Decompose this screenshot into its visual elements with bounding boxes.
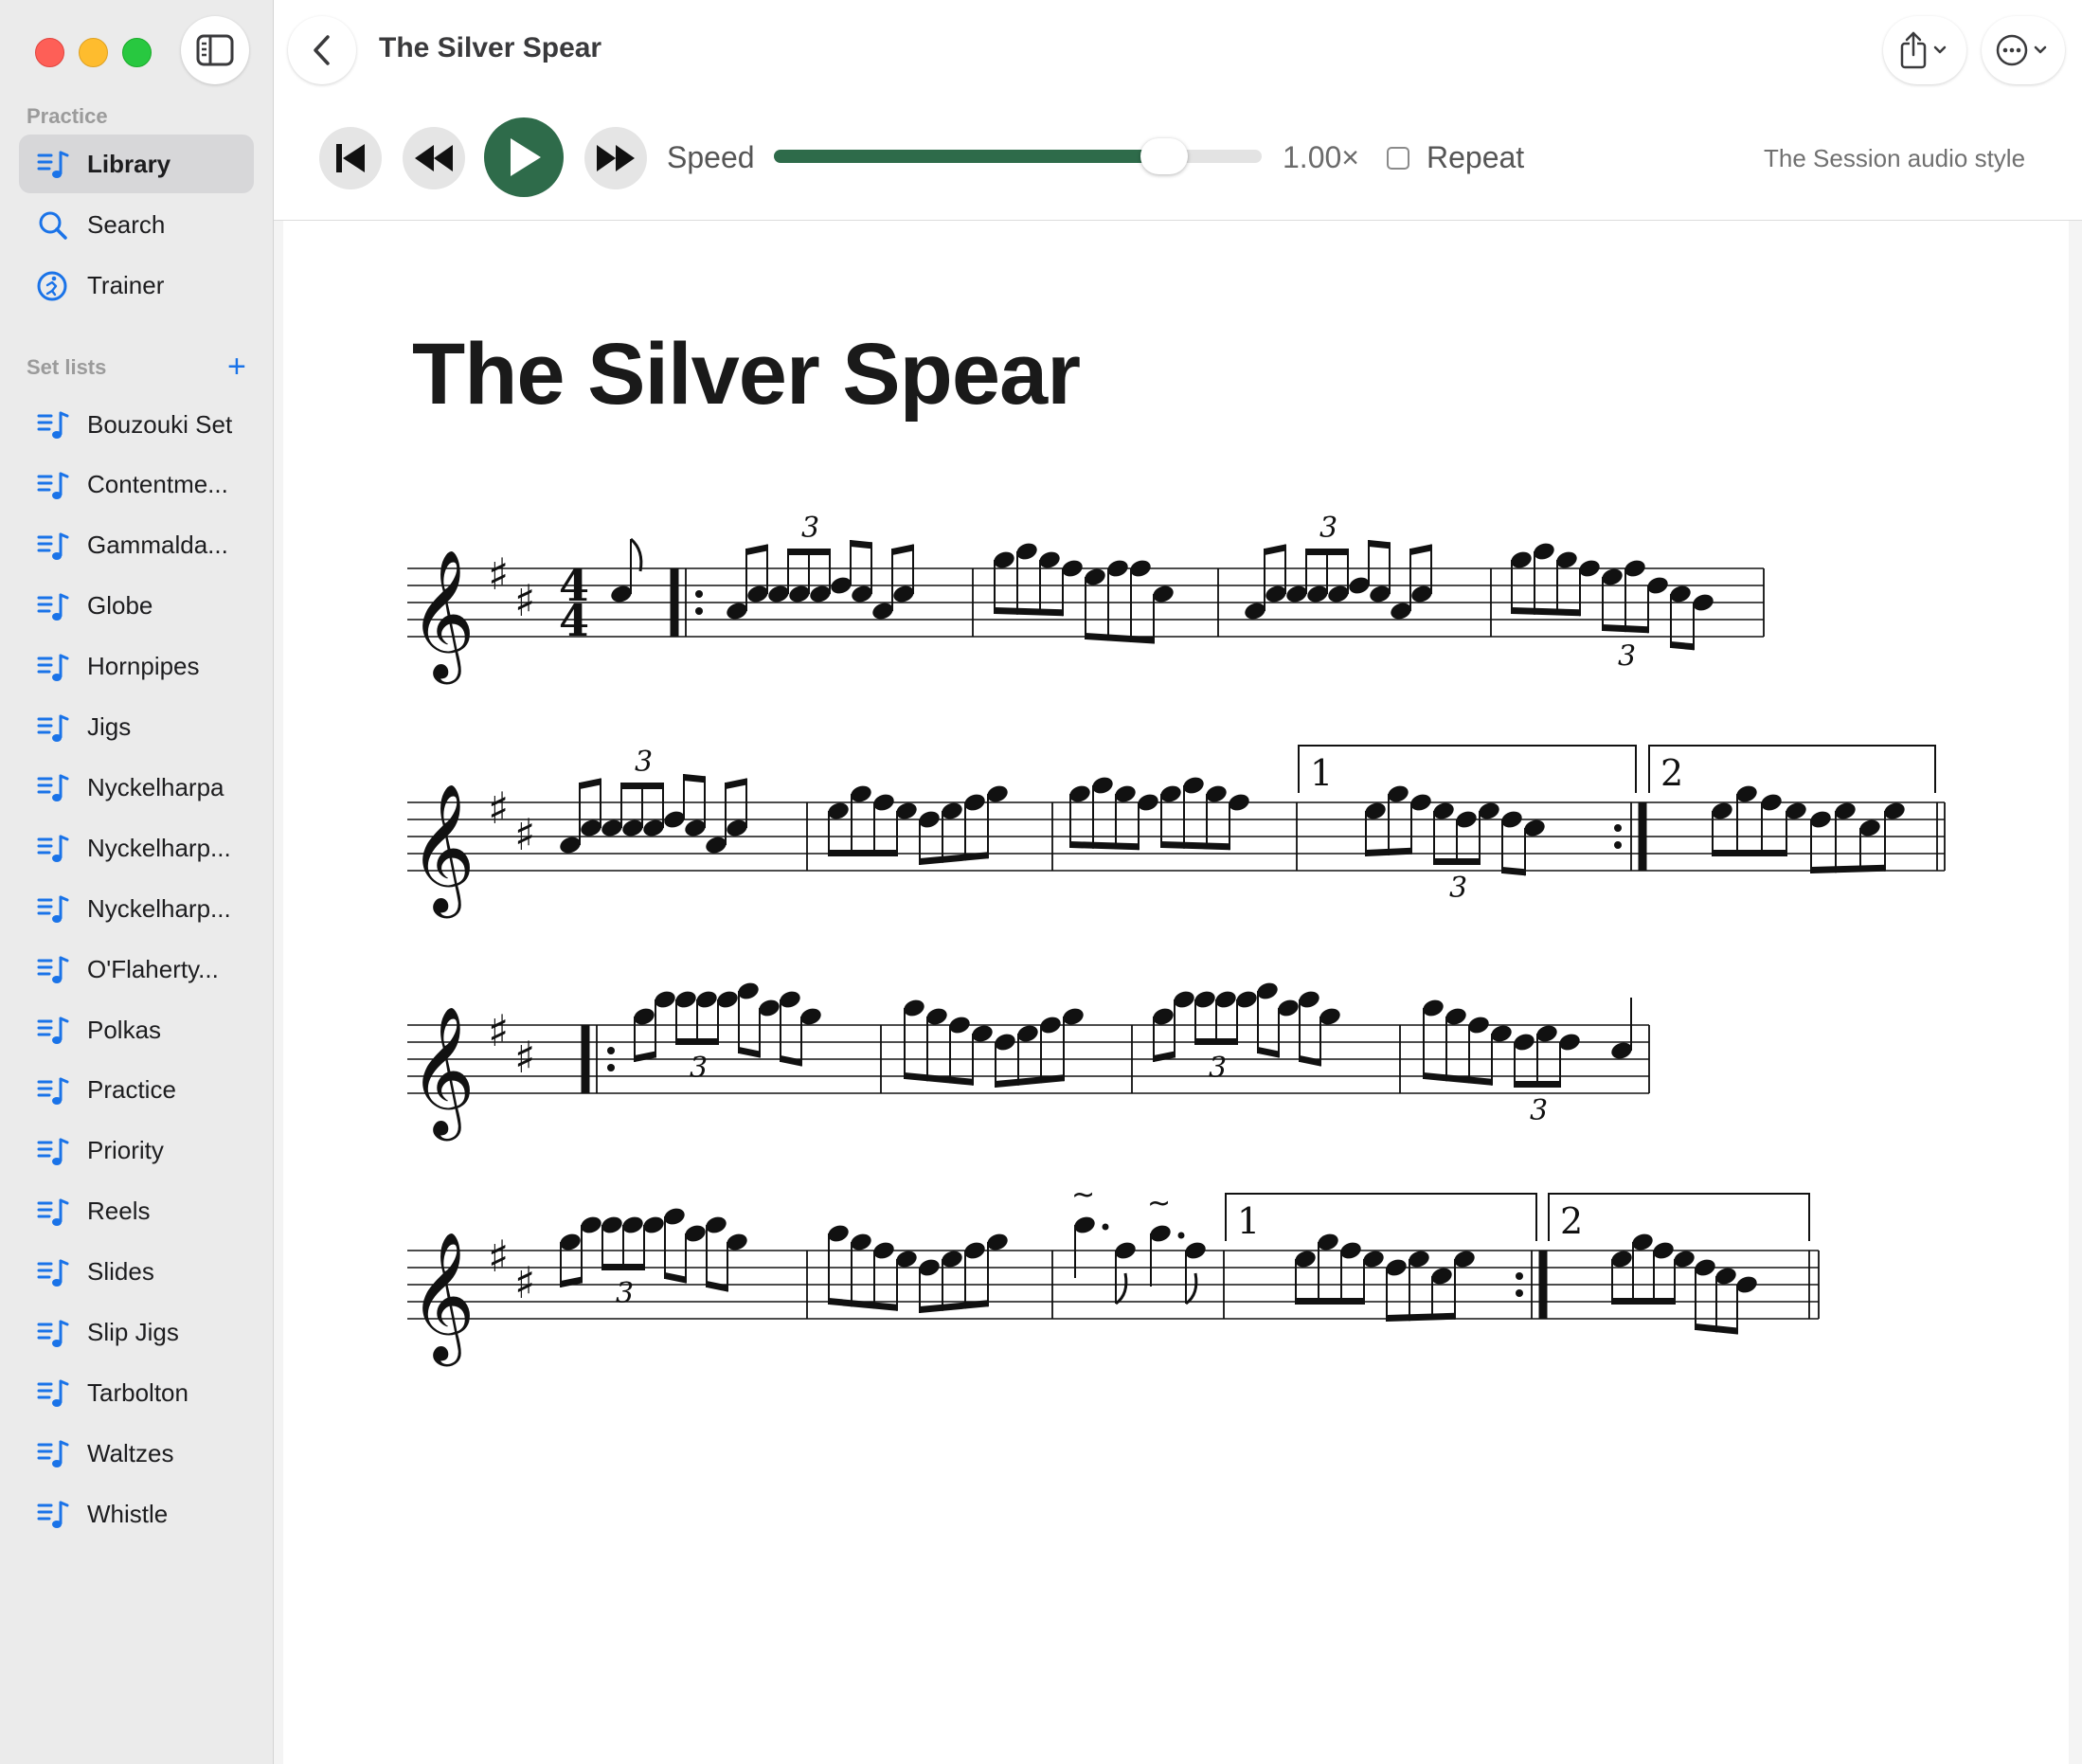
tuplet-number: 3 (1319, 512, 1337, 545)
repeat-dot (1614, 841, 1622, 849)
beam (1366, 847, 1411, 856)
beam (905, 1072, 973, 1086)
beam (1161, 841, 1229, 851)
volta-bracket (1648, 745, 1936, 793)
beam (781, 1055, 801, 1067)
tuplet-number: 3 (801, 512, 819, 545)
volta-number: 2 (1560, 1200, 1583, 1242)
beam (676, 1038, 718, 1045)
beam (602, 1264, 644, 1270)
tuplet-number: 3 (1209, 1052, 1227, 1085)
beam (1713, 850, 1786, 856)
repeat-dot (695, 607, 703, 615)
beam (1265, 544, 1285, 555)
beam (665, 1272, 686, 1284)
tuplet-number: 3 (616, 1277, 634, 1310)
repeat-dot (1614, 824, 1622, 832)
beam (1434, 858, 1480, 865)
beam (1387, 1312, 1455, 1322)
beam (1515, 1081, 1560, 1088)
sheet-music: 𝄞 ♯♯𝄞 ♯♯𝄞 ♯♯𝄞 ♯♯443 333 1323 333~ ~1 2 (407, 512, 1946, 1366)
volta-bracket (1225, 1193, 1537, 1241)
repeat-dot (1516, 1272, 1523, 1280)
volta-bracket (1298, 745, 1637, 793)
beam (746, 544, 767, 555)
time-signature-bottom: 4 (559, 595, 589, 646)
note-flag (629, 537, 643, 572)
beam (1154, 1051, 1175, 1062)
beam (684, 774, 705, 783)
beam (788, 549, 830, 555)
note-flag (1115, 1272, 1128, 1305)
beam (707, 1281, 727, 1292)
tuplet-number: 3 (1449, 872, 1467, 905)
sharp-sign: ♯ (488, 549, 509, 600)
beam (561, 1276, 582, 1287)
beam (1502, 867, 1525, 876)
tuplet-number: 3 (1618, 639, 1636, 673)
beam (1300, 1055, 1320, 1067)
beam (1612, 1298, 1675, 1305)
beam (1512, 607, 1580, 617)
repeat-dot (607, 1047, 615, 1054)
treble-clef: 𝄞 (409, 782, 476, 918)
sharp-sign: ♯ (488, 1231, 509, 1282)
beam (1306, 549, 1348, 555)
ornament-roll: ~ (1071, 1179, 1095, 1212)
beam (1671, 641, 1694, 651)
beam (1603, 624, 1648, 634)
sharp-sign: ♯ (488, 1005, 509, 1056)
sharp-sign: ♯ (514, 1032, 535, 1083)
beam (1086, 633, 1154, 644)
beam (726, 778, 746, 789)
tuplet-number: 3 (635, 746, 653, 779)
beam (580, 778, 601, 789)
beam (829, 850, 897, 856)
beam (829, 1298, 897, 1311)
beam (621, 783, 663, 789)
volta-number: 1 (1237, 1200, 1260, 1242)
beam (1296, 1298, 1364, 1305)
beam (1410, 544, 1431, 555)
sharp-sign: ♯ (514, 575, 535, 626)
repeat-dot (695, 590, 703, 598)
volta-number: 2 (1660, 752, 1683, 794)
beam (635, 1051, 655, 1062)
sharp-sign: ♯ (488, 783, 509, 834)
repeat-dot (607, 1064, 615, 1071)
beam (995, 607, 1063, 617)
tuplet-number: 3 (690, 1052, 708, 1085)
beam (851, 540, 871, 549)
dot (1102, 1223, 1109, 1231)
repeat-dot (1516, 1289, 1523, 1297)
beam (1424, 1072, 1492, 1086)
sharp-sign: ♯ (514, 1257, 535, 1308)
dot (1177, 1232, 1185, 1239)
volta-number: 1 (1310, 752, 1333, 794)
treble-clef: 𝄞 (409, 1004, 476, 1141)
treble-clef: 𝄞 (409, 1230, 476, 1366)
beam (1258, 1047, 1279, 1058)
beam (1369, 540, 1390, 549)
sharp-sign: ♯ (514, 809, 535, 860)
beam (739, 1047, 760, 1058)
volta-bracket (1548, 1193, 1810, 1241)
note-flag (1185, 1272, 1198, 1305)
treble-clef: 𝄞 (409, 548, 476, 684)
beam (1195, 1038, 1237, 1045)
ornament-roll: ~ (1147, 1187, 1171, 1220)
beam (1811, 864, 1885, 873)
beam (1070, 841, 1139, 851)
tuplet-number: 3 (1530, 1094, 1548, 1127)
beam (892, 544, 913, 555)
